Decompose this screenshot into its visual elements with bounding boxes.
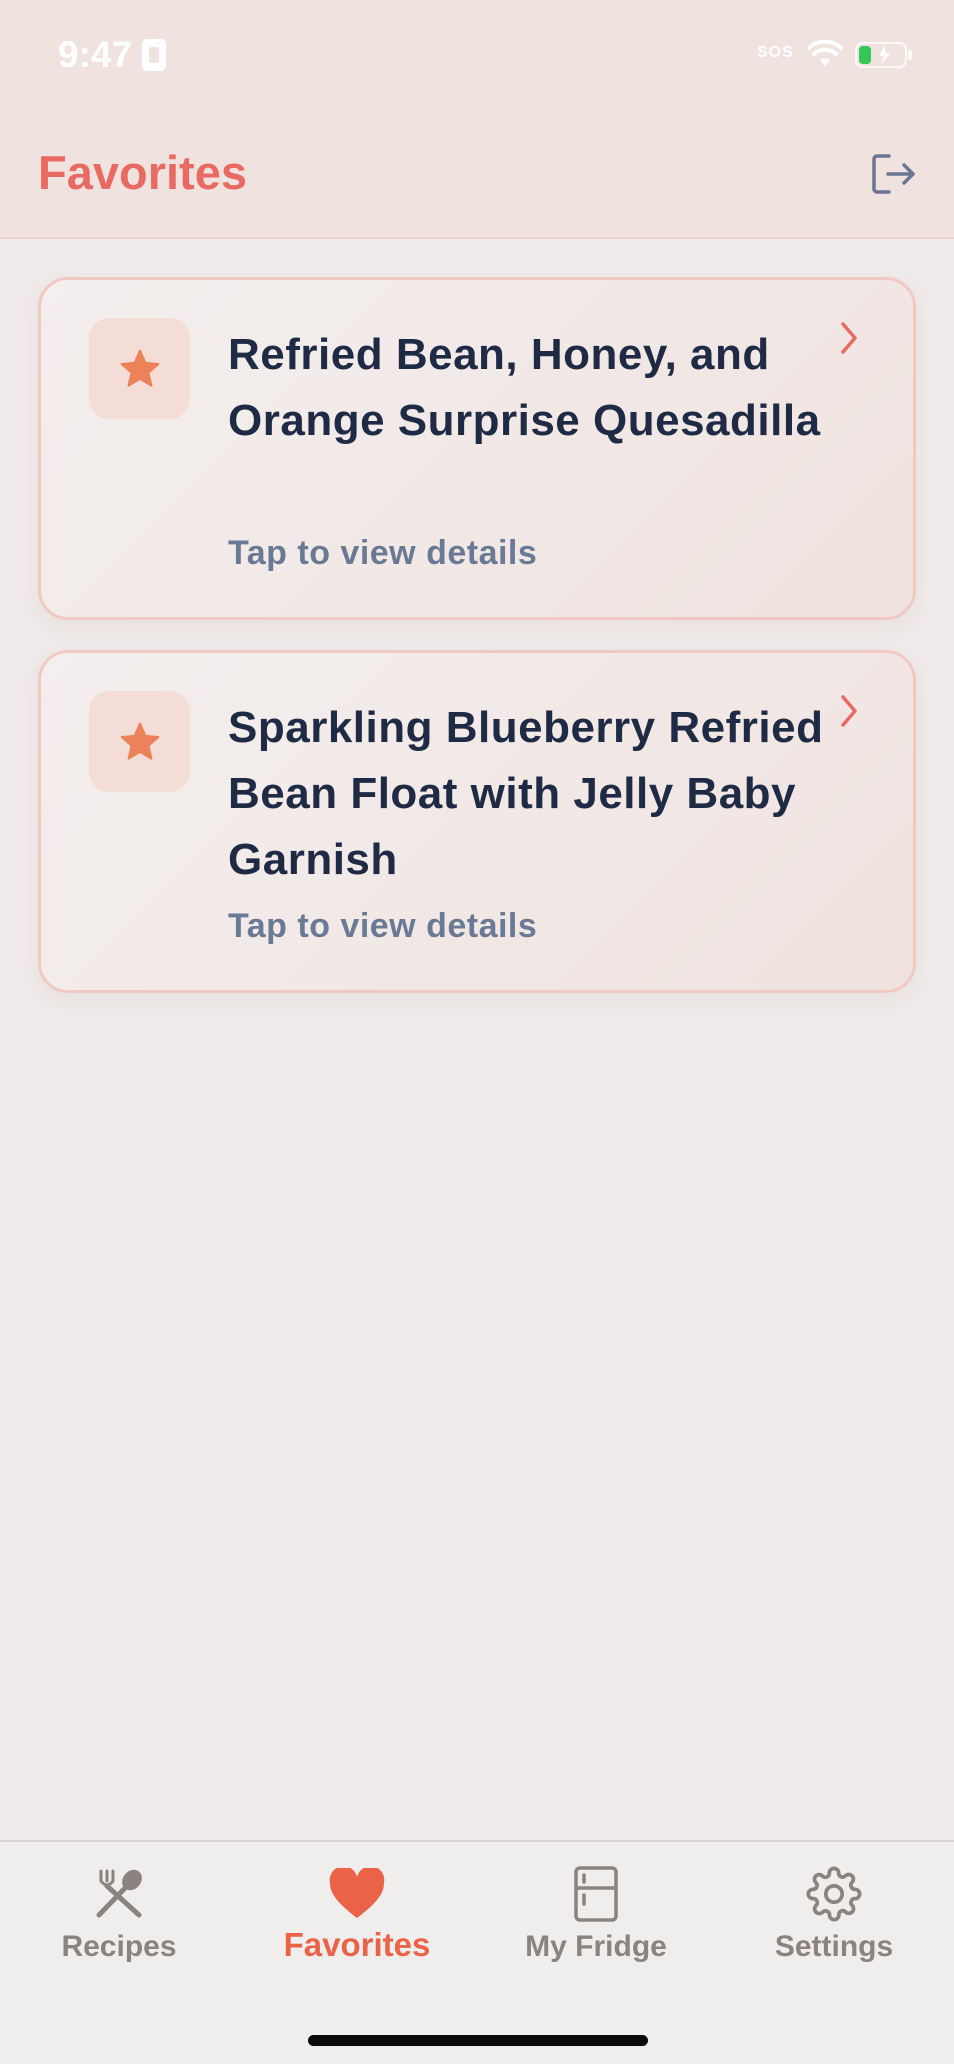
tab-favorites[interactable]: Favorites (238, 1842, 476, 1992)
tab-label: My Fridge (525, 1930, 667, 1963)
tab-bar: Recipes Favorites My Fridge Settings (0, 1840, 954, 2064)
logout-icon (872, 154, 915, 194)
tab-label: Recipes (61, 1930, 177, 1963)
recipe-subtitle: Tap to view details (228, 534, 538, 572)
card-icon-box (89, 691, 190, 792)
tab-label: Favorites (283, 1926, 431, 1963)
heart-icon (329, 1868, 385, 1918)
favorites-list: Refried Bean, Honey, and Orange Surprise… (38, 277, 916, 1023)
recipe-title: Refried Bean, Honey, and Orange Surprise… (228, 330, 821, 445)
chevron-right-icon[interactable] (835, 318, 863, 358)
page-title: Favorites (38, 146, 247, 199)
time-text: 9:47 (58, 34, 133, 75)
favorites-screen: 9:47 SOS Favorites Refried Bean, Honey, … (0, 0, 954, 2064)
logout-button[interactable] (868, 148, 920, 200)
star-icon (120, 349, 159, 387)
battery-icon (855, 42, 912, 68)
tab-my-fridge[interactable]: My Fridge (477, 1842, 715, 1992)
header: Favorites (0, 110, 954, 239)
wifi-icon (807, 40, 843, 66)
fridge-icon (574, 1866, 618, 1922)
utensils-icon (96, 1869, 142, 1918)
star-icon (120, 722, 159, 760)
contact-badge-icon (142, 39, 167, 71)
sos-label: SOS (757, 44, 794, 61)
recipe-title: Sparkling Blueberry Refried Bean Float w… (228, 703, 824, 884)
gear-icon (806, 1866, 862, 1922)
chevron-right-icon[interactable] (835, 691, 863, 731)
tab-settings[interactable]: Settings (715, 1842, 953, 1992)
card-icon-box (89, 318, 190, 419)
home-indicator[interactable] (308, 2035, 648, 2046)
status-time: 9:47 (58, 34, 167, 76)
tab-label: Settings (774, 1930, 894, 1963)
favorite-card[interactable]: Refried Bean, Honey, and Orange Surprise… (38, 277, 916, 620)
tab-recipes[interactable]: Recipes (0, 1842, 238, 1992)
status-bar: 9:47 SOS (0, 0, 954, 110)
recipe-subtitle: Tap to view details (228, 907, 538, 945)
favorite-card[interactable]: Sparkling Blueberry Refried Bean Float w… (38, 650, 916, 993)
